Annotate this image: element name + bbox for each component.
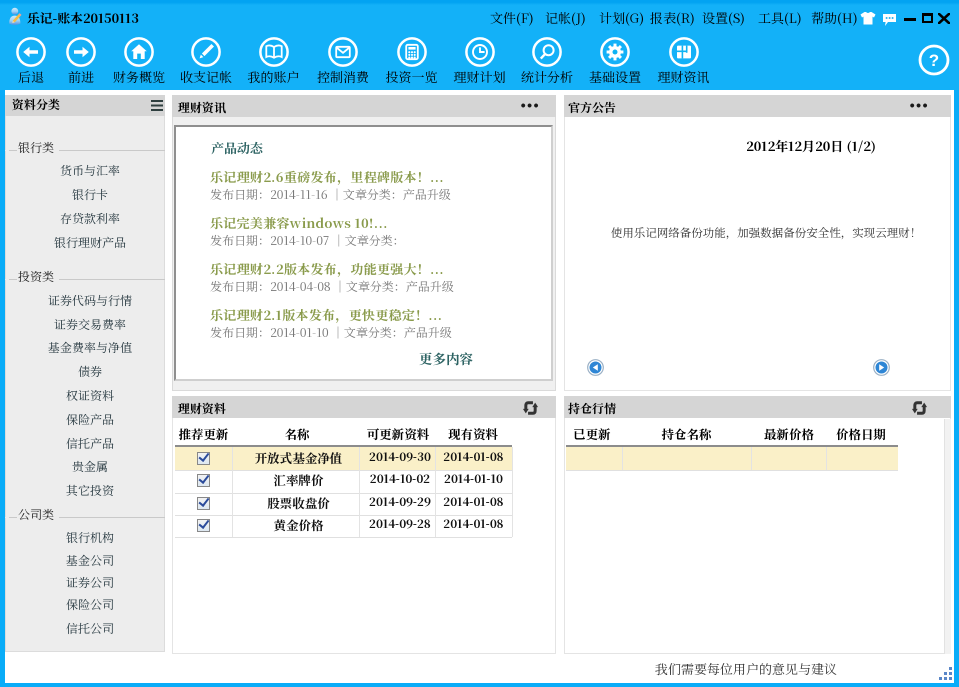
svg-text:?: ? (929, 51, 939, 70)
